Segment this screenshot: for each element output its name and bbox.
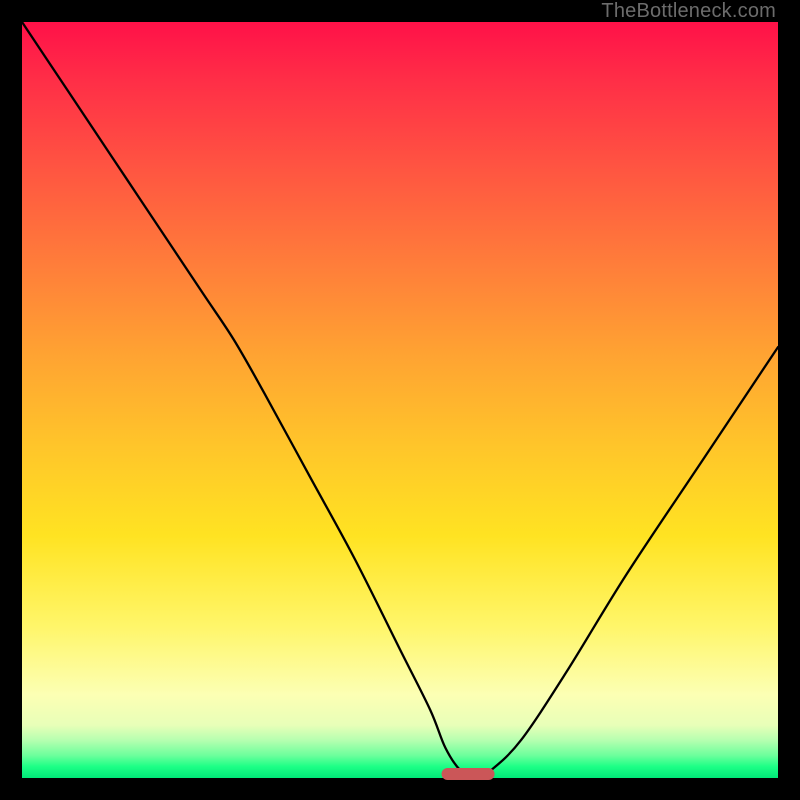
plot-area <box>22 22 778 778</box>
watermark-text: TheBottleneck.com <box>601 0 776 23</box>
chart-frame: TheBottleneck.com <box>0 0 800 800</box>
bottleneck-curve <box>22 22 778 778</box>
optimum-marker <box>442 768 495 780</box>
